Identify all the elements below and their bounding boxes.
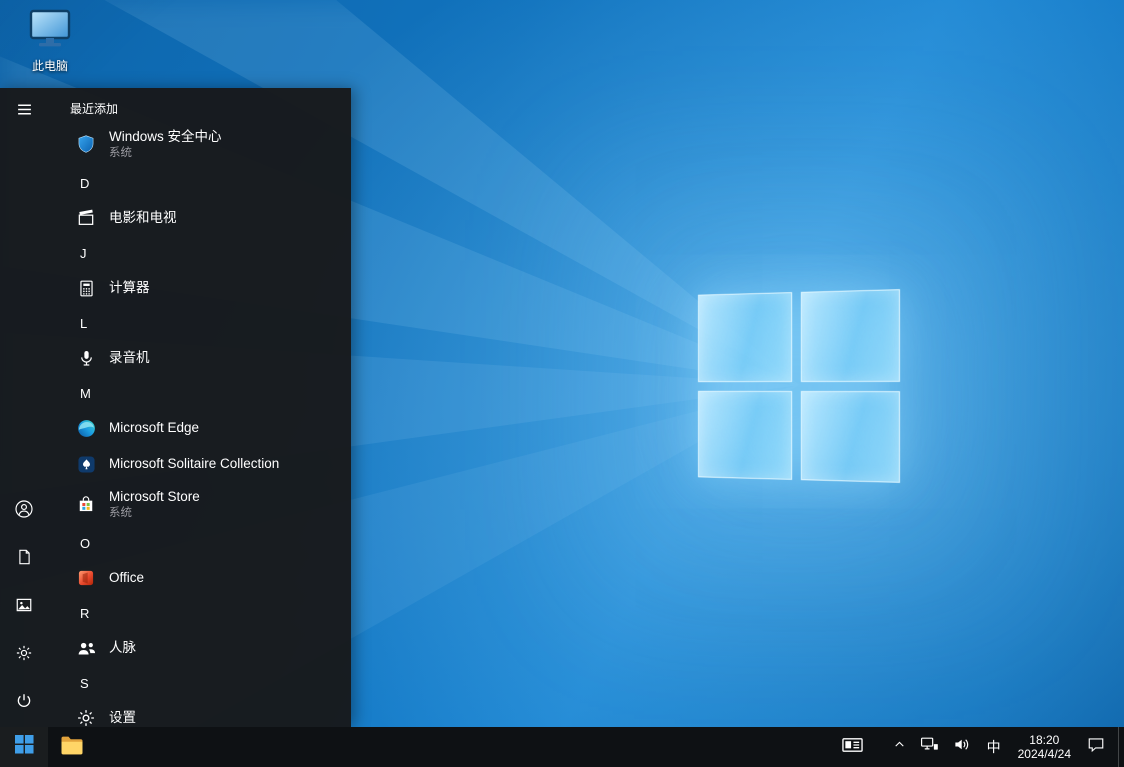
letter-header-l[interactable]: L xyxy=(48,306,351,340)
app-office[interactable]: Office xyxy=(48,560,351,596)
logo-pane xyxy=(800,391,900,483)
file-explorer-icon xyxy=(60,734,84,761)
documents-button[interactable] xyxy=(0,535,48,583)
windows-flag-icon xyxy=(15,735,34,759)
calculator-icon xyxy=(74,276,98,300)
app-label: 设置 xyxy=(109,710,136,726)
app-calculator[interactable]: 计算器 xyxy=(48,270,351,306)
desktop-icon-this-pc[interactable]: 此电脑 xyxy=(10,8,90,74)
system-tray: 中 18:20 2024/4/24 xyxy=(835,727,1124,767)
letter-header-s[interactable]: S xyxy=(48,666,351,700)
tray-overflow-button[interactable] xyxy=(886,727,913,767)
app-label: Microsoft Store xyxy=(109,489,200,505)
solitaire-icon xyxy=(74,452,98,476)
network-button[interactable] xyxy=(913,727,946,767)
chevron-up-icon xyxy=(893,738,906,756)
user-account-button[interactable] xyxy=(0,487,48,535)
action-center-icon xyxy=(1087,736,1105,758)
app-microsoft-edge[interactable]: Microsoft Edge xyxy=(48,410,351,446)
logo-pane xyxy=(698,292,792,382)
start-menu: 最近添加 Windows 安全中心 系统 D xyxy=(0,88,351,727)
recently-added-header: 最近添加 xyxy=(48,88,351,122)
movies-tv-icon xyxy=(74,206,98,230)
app-microsoft-store[interactable]: Microsoft Store 系统 xyxy=(48,482,351,526)
touch-keyboard-button[interactable] xyxy=(835,727,870,767)
app-solitaire-collection[interactable]: Microsoft Solitaire Collection xyxy=(48,446,351,482)
start-button[interactable] xyxy=(0,727,48,767)
app-sublabel: 系统 xyxy=(109,146,222,160)
people-icon xyxy=(74,636,98,660)
pictures-icon xyxy=(15,596,33,619)
letter-header-j[interactable]: J xyxy=(48,236,351,270)
documents-icon xyxy=(16,548,33,571)
desktop: 此电脑 xyxy=(0,0,1124,767)
action-center-button[interactable] xyxy=(1080,727,1112,767)
letter-header-r[interactable]: R xyxy=(48,596,351,630)
app-label: Microsoft Edge xyxy=(109,420,199,436)
app-label: 录音机 xyxy=(109,350,150,366)
volume-icon xyxy=(953,736,972,758)
file-explorer-button[interactable] xyxy=(48,727,96,767)
app-people[interactable]: 人脉 xyxy=(48,630,351,666)
app-label: Windows 安全中心 xyxy=(109,129,222,145)
settings-icon xyxy=(15,644,33,667)
app-movies-tv[interactable]: 电影和电视 xyxy=(48,200,351,236)
this-pc-icon xyxy=(27,8,73,55)
app-label: Office xyxy=(109,570,144,586)
app-label: Microsoft Solitaire Collection xyxy=(109,456,279,472)
logo-pane xyxy=(800,289,900,381)
ime-mode-button[interactable]: 中 xyxy=(979,727,1009,767)
power-button[interactable] xyxy=(0,679,48,727)
power-icon xyxy=(15,692,33,715)
network-icon xyxy=(920,736,939,758)
office-icon xyxy=(74,566,98,590)
clock-time: 18:20 xyxy=(1029,733,1059,747)
app-label: 电影和电视 xyxy=(109,210,177,226)
logo-pane xyxy=(698,390,792,480)
edge-icon xyxy=(74,416,98,440)
letter-header-o[interactable]: O xyxy=(48,526,351,560)
touch-keyboard-icon xyxy=(842,737,863,758)
clock-date: 2024/4/24 xyxy=(1018,747,1071,761)
app-label: 人脉 xyxy=(109,640,136,656)
taskbar: 中 18:20 2024/4/24 xyxy=(0,727,1124,767)
windows-security-icon xyxy=(74,132,98,156)
app-settings[interactable]: 设置 xyxy=(48,700,351,727)
expand-menu-button[interactable] xyxy=(0,88,48,136)
pictures-button[interactable] xyxy=(0,583,48,631)
app-windows-security[interactable]: Windows 安全中心 系统 xyxy=(48,122,351,166)
menu-icon xyxy=(16,101,33,123)
store-icon xyxy=(74,492,98,516)
desktop-icon-label: 此电脑 xyxy=(32,57,68,74)
volume-button[interactable] xyxy=(946,727,979,767)
show-desktop-button[interactable] xyxy=(1118,727,1124,767)
start-menu-rail xyxy=(0,88,48,727)
settings-button[interactable] xyxy=(0,631,48,679)
taskbar-clock[interactable]: 18:20 2024/4/24 xyxy=(1009,727,1080,767)
settings-icon xyxy=(74,706,98,727)
letter-header-m[interactable]: M xyxy=(48,376,351,410)
voice-recorder-icon xyxy=(74,346,98,370)
app-voice-recorder[interactable]: 录音机 xyxy=(48,340,351,376)
app-label: 计算器 xyxy=(109,280,150,296)
app-sublabel: 系统 xyxy=(109,506,200,520)
letter-header-d[interactable]: D xyxy=(48,166,351,200)
start-app-list: 最近添加 Windows 安全中心 系统 D xyxy=(48,88,351,727)
user-icon xyxy=(14,499,34,524)
wallpaper-windows-logo xyxy=(698,289,900,483)
